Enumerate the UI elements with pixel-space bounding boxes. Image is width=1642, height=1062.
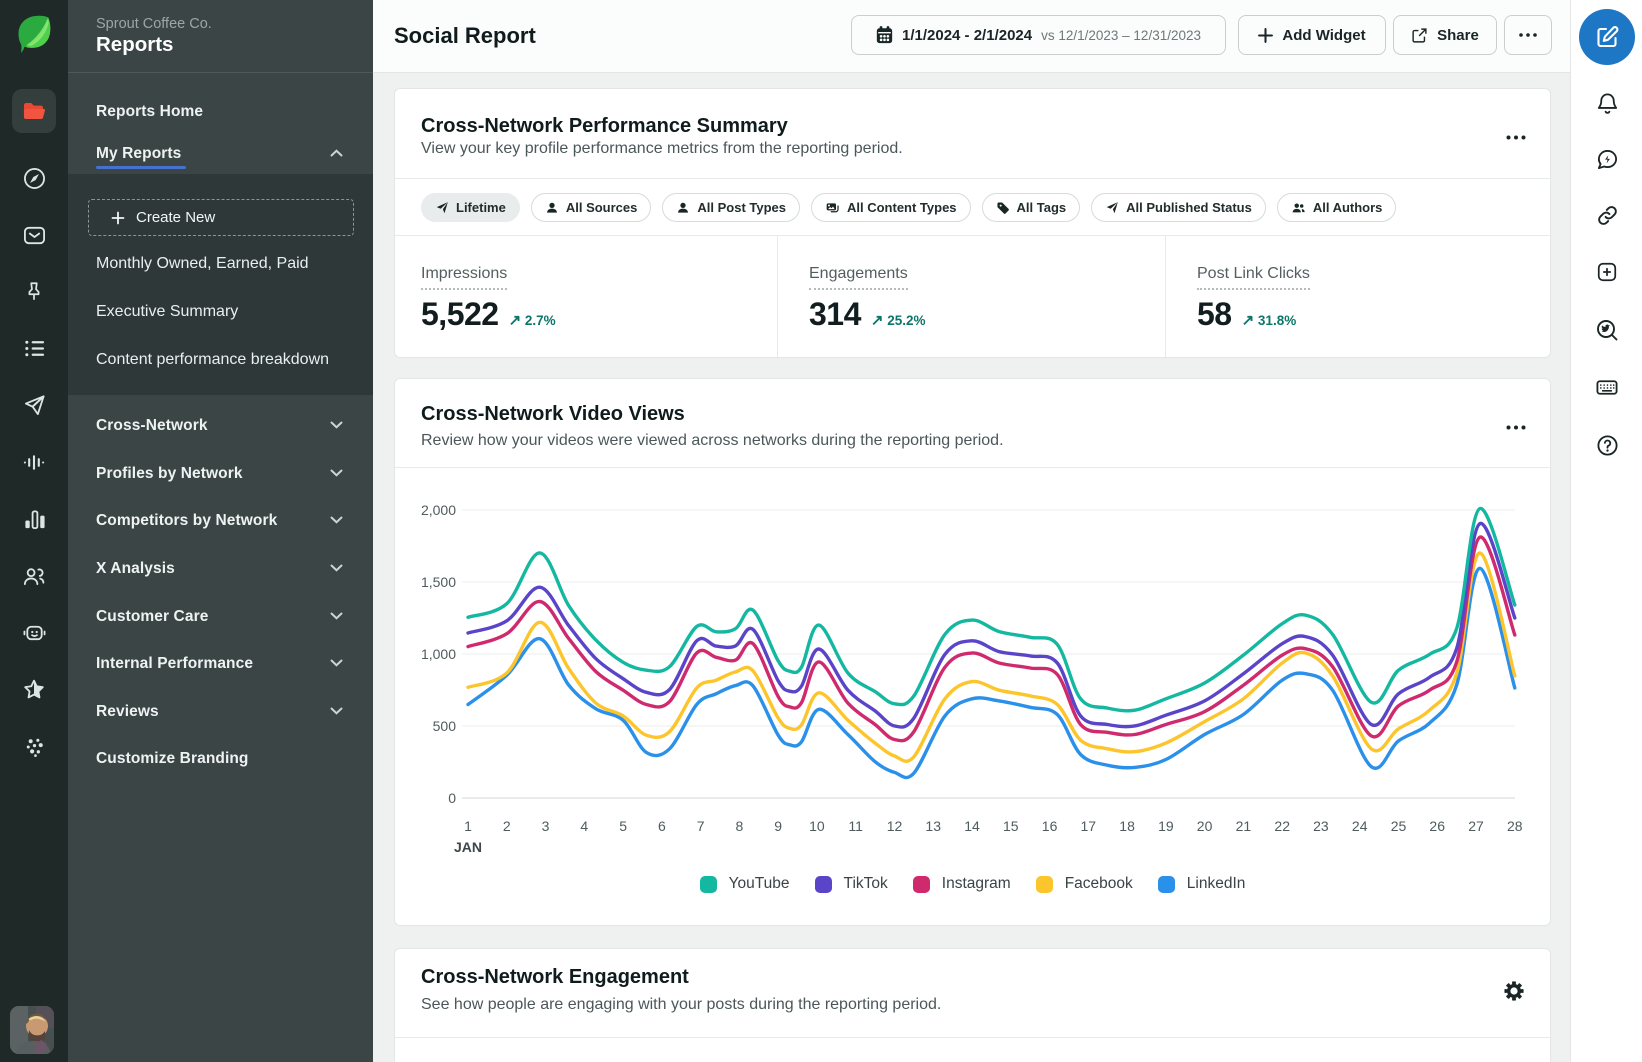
- svg-text:11: 11: [848, 818, 863, 834]
- svg-text:9: 9: [774, 818, 782, 834]
- svg-text:500: 500: [433, 718, 457, 734]
- svg-text:15: 15: [1003, 818, 1019, 834]
- svg-text:5: 5: [619, 818, 627, 834]
- svg-text:3: 3: [542, 818, 550, 834]
- svg-text:19: 19: [1158, 818, 1174, 834]
- svg-text:14: 14: [964, 818, 980, 834]
- svg-text:25: 25: [1391, 818, 1407, 834]
- svg-text:8: 8: [736, 818, 744, 834]
- svg-text:0: 0: [448, 790, 456, 806]
- svg-text:28: 28: [1507, 818, 1523, 834]
- svg-text:23: 23: [1313, 818, 1329, 834]
- svg-text:17: 17: [1081, 818, 1097, 834]
- svg-text:27: 27: [1468, 818, 1484, 834]
- svg-text:1: 1: [464, 818, 472, 834]
- svg-text:21: 21: [1236, 818, 1252, 834]
- svg-text:4: 4: [580, 818, 588, 834]
- svg-text:7: 7: [697, 818, 705, 834]
- svg-text:2: 2: [503, 818, 511, 834]
- svg-text:1,500: 1,500: [421, 574, 456, 590]
- svg-text:26: 26: [1429, 818, 1445, 834]
- svg-text:16: 16: [1042, 818, 1058, 834]
- svg-text:1,000: 1,000: [421, 646, 456, 662]
- svg-text:24: 24: [1352, 818, 1368, 834]
- svg-text:12: 12: [887, 818, 903, 834]
- svg-text:18: 18: [1119, 818, 1135, 834]
- svg-text:10: 10: [809, 818, 825, 834]
- svg-text:20: 20: [1197, 818, 1213, 834]
- svg-text:13: 13: [925, 818, 941, 834]
- svg-text:22: 22: [1274, 818, 1290, 834]
- svg-text:2,000: 2,000: [421, 502, 456, 518]
- svg-text:6: 6: [658, 818, 666, 834]
- svg-text:JAN: JAN: [454, 839, 482, 855]
